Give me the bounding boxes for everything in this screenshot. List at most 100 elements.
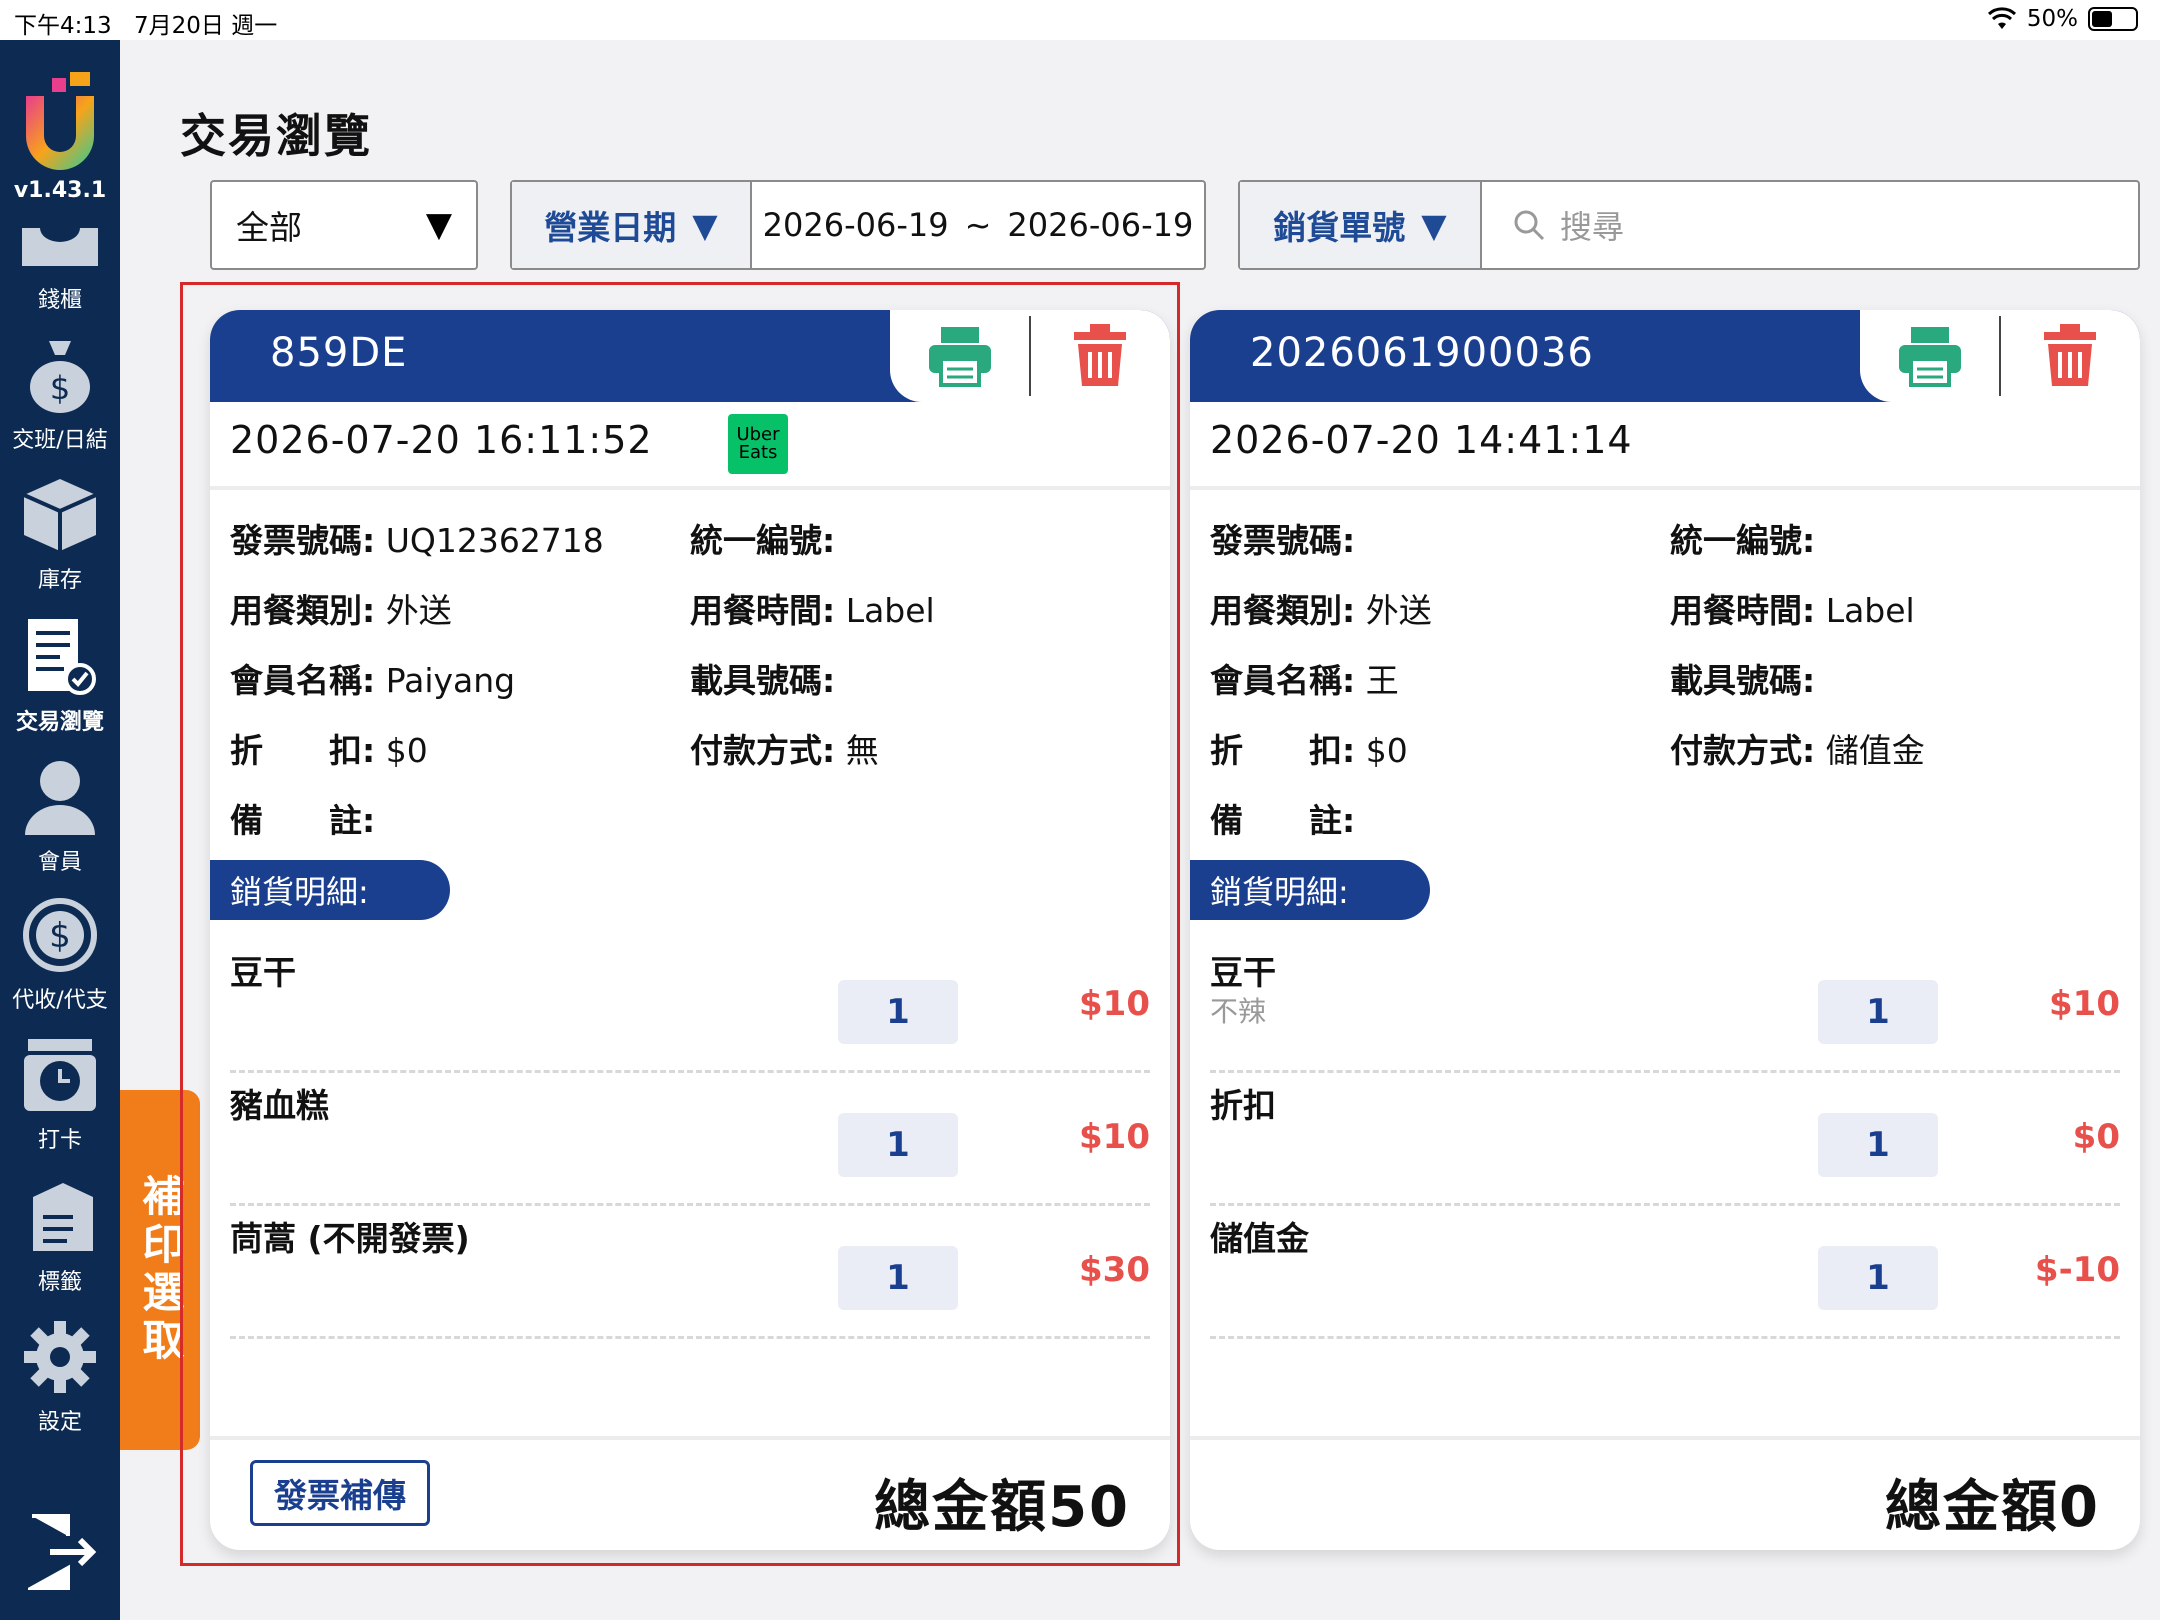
logout-icon[interactable] [28, 1512, 98, 1592]
cash-drawer-icon [0, 210, 120, 280]
triangle-down-icon: ▼ [692, 205, 718, 245]
printer-icon [928, 327, 991, 387]
item-price: $-10 [2034, 1250, 2120, 1290]
list-item: 儲值金 1 $-10 [1210, 1206, 2120, 1339]
sidebar-item-shift-close[interactable]: $ 交班/日結 [0, 330, 120, 454]
item-name: 茼蒿 (不開發票) [230, 1219, 470, 1258]
carrier-number: 載具號碼: [1670, 661, 1816, 700]
carrier-number: 載具號碼: [690, 661, 836, 700]
transaction-card[interactable]: 859DE 2026-07-20 16:11:52 Uber Eats 發票號碼… [210, 310, 1170, 1550]
status-date: 7月20日 週一 [134, 13, 278, 39]
money-bag-icon: $ [0, 330, 120, 420]
transaction-card[interactable]: 2026061900036 2026-07-20 14:41:14 發票號碼: … [1190, 310, 2140, 1550]
sidebar-item-label-print[interactable]: 標籤 [0, 1172, 120, 1296]
order-number: 2026061900036 [1250, 330, 1594, 376]
search-field-value: 銷貨單號 [1273, 208, 1406, 247]
type-filter-dropdown[interactable]: 全部 ▼ [210, 180, 478, 270]
delete-button[interactable] [2001, 310, 2140, 402]
svg-text:$: $ [49, 916, 71, 956]
sidebar-item-label: 設定 [37, 1410, 82, 1435]
sidebar-item-transactions[interactable]: 交易瀏覽 [0, 612, 120, 736]
item-price: $10 [2049, 984, 2120, 1024]
receipt-check-icon [0, 612, 120, 702]
discount: 折 扣: $0 [230, 731, 428, 770]
dining-type: 用餐類別: 外送 [230, 591, 452, 630]
list-item: 豆干 不辣 1 $10 [1210, 940, 2120, 1073]
app-version: v1.43.1 [13, 178, 107, 203]
reprint-label: 補印選取 [136, 1174, 185, 1366]
uber-eats-badge: Uber Eats [728, 414, 788, 474]
transaction-datetime: 2026-07-20 14:41:14 [1210, 418, 1633, 462]
search-input[interactable]: 搜尋 [1482, 202, 2138, 248]
date-filter: 營業日期 ▼ 2026-06-19 ~ 2026-06-19 [510, 180, 1206, 270]
trash-icon [1074, 324, 1127, 386]
date-range-picker[interactable]: 2026-06-19 ~ 2026-06-19 [752, 206, 1204, 244]
card-actions [1860, 310, 2140, 402]
print-button[interactable] [1860, 310, 1999, 402]
clock-in-icon [0, 1030, 120, 1120]
delete-button[interactable] [1031, 310, 1170, 402]
inventory-box-icon [0, 470, 120, 560]
member-name: 會員名稱: 王 [1210, 661, 1399, 700]
discount: 折 扣: $0 [1210, 731, 1408, 770]
date-type-value: 營業日期 [544, 208, 677, 247]
item-price: $30 [1079, 1250, 1150, 1290]
date-start: 2026-06-19 [762, 206, 949, 244]
invoice-reupload-button[interactable]: 發票補傳 [250, 1460, 430, 1526]
payment-method: 付款方式: 無 [690, 731, 879, 770]
member-name: 會員名稱: Paiyang [230, 661, 516, 700]
card-footer: 發票補傳 總金額50 [210, 1436, 1170, 1550]
sidebar-item-member[interactable]: 會員 [0, 752, 120, 876]
order-number: 859DE [270, 330, 408, 376]
sidebar-item-settings[interactable]: 設定 [0, 1312, 120, 1436]
sidebar-item-label: 庫存 [37, 568, 82, 593]
sidebar-item-label: 打卡 [37, 1128, 82, 1153]
payment-method: 付款方式: 儲值金 [1670, 731, 1925, 770]
tax-id: 統一編號: [1670, 521, 1816, 560]
tag-icon [0, 1172, 120, 1262]
item-quantity: 1 [1818, 980, 1938, 1044]
item-name: 豆干 [1210, 953, 1276, 992]
sidebar-item-collect-pay[interactable]: $ 代收/代支 [0, 890, 120, 1014]
page-title: 交易瀏覽 [180, 109, 372, 163]
item-name: 豬血糕 [230, 1086, 329, 1125]
battery-icon [2088, 7, 2138, 31]
gear-icon [0, 1312, 120, 1402]
status-right: 50% [1987, 6, 2138, 32]
list-item: 折扣 1 $0 [1210, 1073, 2120, 1206]
remark: 備 註: [230, 801, 376, 840]
sidebar-item-inventory[interactable]: 庫存 [0, 470, 120, 594]
trash-icon [2044, 324, 2097, 386]
sidebar-item-label: 代收/代支 [12, 988, 108, 1013]
app-logo-icon [26, 72, 94, 170]
sales-detail-header: 銷貨明細: [210, 860, 450, 920]
triangle-down-icon: ▼ [1421, 205, 1447, 245]
item-name: 儲值金 [1210, 1219, 1309, 1258]
item-name: 豆干 [230, 953, 296, 992]
card-actions [890, 310, 1170, 402]
date-type-dropdown[interactable]: 營業日期 ▼ [512, 182, 752, 268]
item-quantity: 1 [1818, 1113, 1938, 1177]
sidebar: v1.43.1 錢櫃 $ 交班/日結 庫存 交易瀏覽 會員 $ 代收/代支 打卡… [0, 40, 120, 1620]
date-end: 2026-06-19 [1007, 206, 1194, 244]
dining-type: 用餐類別: 外送 [1210, 591, 1432, 630]
total-amount: 總金額50 [874, 1475, 1130, 1540]
item-price: $10 [1079, 1117, 1150, 1157]
status-time: 下午4:13 [14, 13, 112, 39]
dining-time: 用餐時間: Label [690, 591, 935, 630]
item-note: 不辣 [1210, 995, 1267, 1028]
printer-icon [1898, 327, 1961, 387]
dollar-cycle-icon: $ [0, 890, 120, 980]
item-quantity: 1 [838, 980, 958, 1044]
item-price: $0 [2072, 1117, 2120, 1157]
invoice-number: 發票號碼: UQ12362718 [230, 521, 604, 560]
item-price: $10 [1079, 984, 1150, 1024]
sidebar-item-cash-drawer[interactable]: 錢櫃 [0, 210, 120, 314]
sidebar-item-label: 交易瀏覽 [15, 710, 104, 735]
sidebar-item-clock-in[interactable]: 打卡 [0, 1030, 120, 1154]
print-button[interactable] [890, 310, 1029, 402]
remark: 備 註: [1210, 801, 1356, 840]
sidebar-item-label: 交班/日結 [12, 428, 108, 453]
list-item: 豬血糕 1 $10 [230, 1073, 1150, 1206]
search-field-dropdown[interactable]: 銷貨單號 ▼ [1240, 182, 1482, 268]
